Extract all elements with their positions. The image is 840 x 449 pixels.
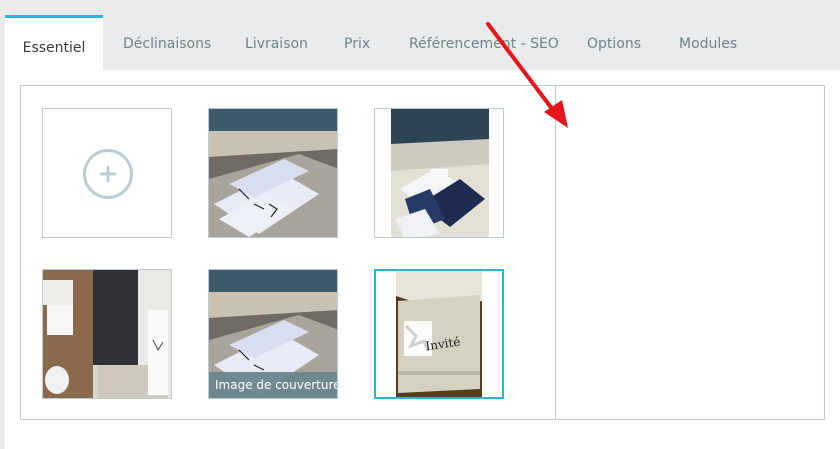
product-image-invite[interactable]: Invité	[374, 269, 504, 399]
tab-prix[interactable]: Prix	[344, 18, 370, 70]
plus-icon	[100, 166, 116, 182]
tab-essentiel[interactable]: Essentiel	[5, 15, 103, 73]
page-edge	[0, 70, 5, 449]
annotation-arrow	[486, 22, 568, 128]
product-image-3[interactable]	[42, 269, 172, 399]
panel-divider	[555, 86, 556, 419]
invite-towel-photo: Invité	[376, 271, 502, 397]
tab-modules[interactable]: Modules	[679, 18, 737, 70]
add-image-button[interactable]	[42, 108, 172, 238]
product-image-cover[interactable]: Image de couverture	[208, 269, 338, 399]
tab-options[interactable]: Options	[587, 18, 641, 70]
towels-deck-photo	[209, 109, 337, 237]
cover-image-caption: Image de couverture	[209, 372, 337, 398]
bathroom-photo	[43, 270, 171, 398]
tab-livraison[interactable]: Livraison	[245, 18, 308, 70]
tab-declinaisons[interactable]: Déclinaisons	[123, 18, 211, 70]
product-image-1[interactable]	[208, 108, 338, 238]
